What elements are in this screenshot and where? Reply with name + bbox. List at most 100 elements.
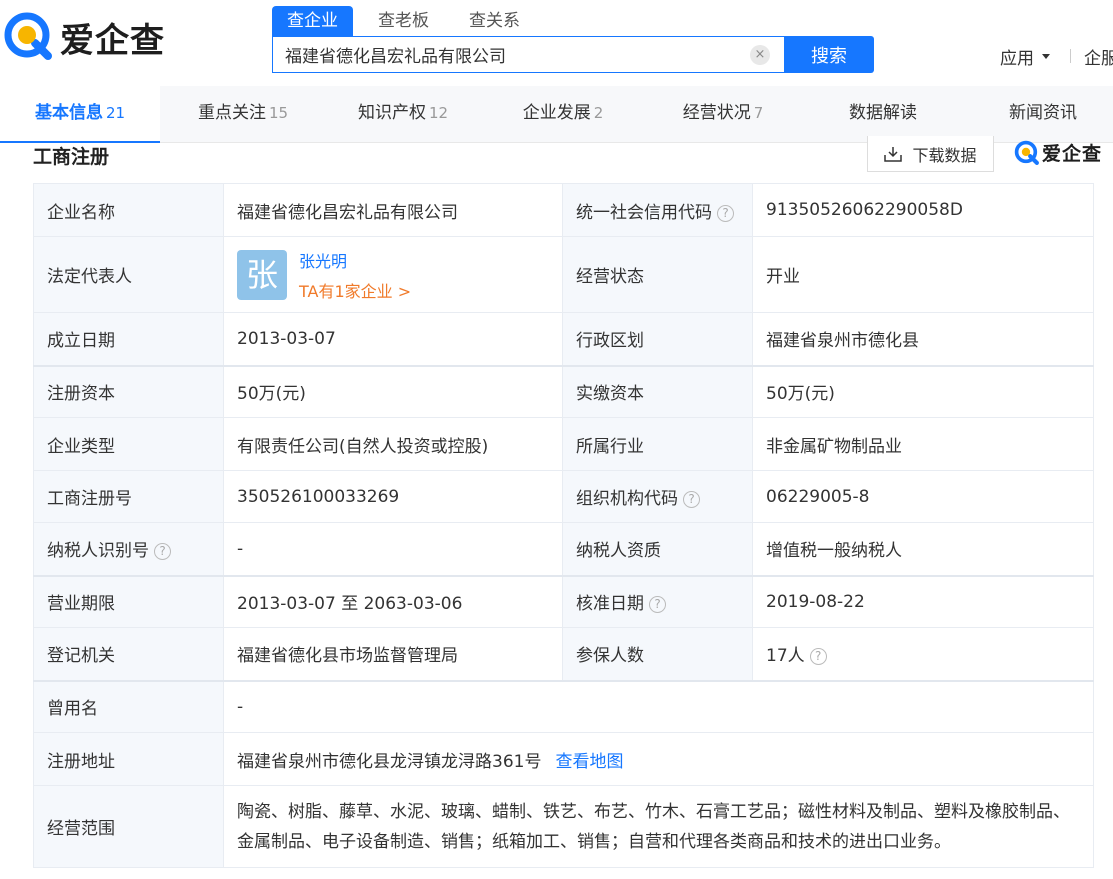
authority-value: 福建省德化县市场监督管理局: [223, 627, 563, 681]
org-code-label: 组织机构代码?: [562, 470, 753, 523]
download-label: 下载数据: [912, 145, 977, 165]
enterprise-service-link[interactable]: 企服: [1084, 44, 1113, 69]
former-name-value: -: [223, 679, 1094, 733]
search-input[interactable]: [273, 37, 743, 72]
tab-label: 经营状况: [682, 103, 751, 123]
taxpayer-id-label: 纳税人识别号?: [33, 522, 224, 576]
help-icon[interactable]: ?: [649, 596, 666, 614]
insured-value: 17人?: [752, 627, 1094, 681]
tab-label: 数据解读: [849, 103, 917, 123]
paid-capital-value: 50万(元): [752, 364, 1094, 418]
found-date-label: 成立日期: [33, 312, 224, 366]
status-value: 开业: [752, 236, 1094, 313]
company-type-value: 有限责任公司(自然人投资或控股): [223, 417, 563, 471]
former-name-label: 曾用名: [33, 679, 224, 733]
site-logo[interactable]: 爱企查: [4, 12, 165, 62]
insured-label: 参保人数: [562, 627, 753, 681]
tab-count: 21: [105, 104, 126, 122]
legal-rep-name-link[interactable]: 张光明: [299, 248, 411, 272]
company-type-label: 企业类型: [33, 417, 224, 471]
search-box: ×: [272, 36, 784, 73]
tab-search-company[interactable]: 查企业: [272, 6, 353, 36]
taxpayer-qual-value: 增值税一般纳税人: [752, 522, 1094, 576]
search-button[interactable]: 搜索: [784, 36, 874, 73]
credit-code-value: 91350526062290058D: [752, 183, 1094, 237]
tab-count: 15: [268, 104, 289, 122]
apps-menu-label: 应用: [1000, 49, 1034, 69]
table-row: 注册资本 50万(元) 实缴资本 50万(元): [33, 364, 1094, 418]
watermark-logo-text: 爱企查: [1042, 143, 1103, 165]
reg-no-value: 350526100033269: [223, 470, 563, 523]
logo-magnifier-icon: [1014, 140, 1039, 165]
tab-news[interactable]: 新闻资讯: [963, 86, 1113, 143]
tab-basic-info[interactable]: 基本信息 21: [0, 86, 160, 143]
approve-date-label: 核准日期?: [562, 574, 753, 628]
view-map-link[interactable]: 查看地图: [555, 752, 623, 772]
region-label: 行政区划: [562, 312, 753, 366]
tab-operation[interactable]: 经营状况 7: [643, 86, 803, 143]
tab-key-attention[interactable]: 重点关注 15: [163, 86, 323, 143]
download-data-button[interactable]: 下载数据: [867, 136, 994, 172]
region-value: 福建省泉州市德化县: [752, 312, 1094, 366]
table-row: 企业名称 福建省德化昌宏礼品有限公司 统一社会信用代码? 91350526062…: [33, 183, 1094, 237]
help-icon[interactable]: ?: [809, 648, 827, 666]
reg-no-label: 工商注册号: [33, 470, 224, 523]
tab-label: 新闻资讯: [1009, 103, 1077, 123]
top-header: 爱企查 查企业 查老板 查关系 × 搜索 应用 企服: [0, 0, 1113, 86]
address-value: 福建省泉州市德化县龙浔镇龙浔路361号 查看地图: [223, 732, 1094, 786]
download-icon: [884, 146, 903, 162]
logo-text: 爱企查: [60, 20, 165, 61]
chevron-down-icon: [1042, 54, 1050, 59]
help-icon[interactable]: ?: [683, 491, 700, 508]
org-code-label-text: 组织机构代码: [576, 489, 678, 509]
clear-icon[interactable]: ×: [750, 45, 770, 65]
address-label: 注册地址: [33, 732, 224, 786]
credit-code-label-text: 统一社会信用代码: [576, 202, 712, 223]
search-type-tabs: 查企业 查老板 查关系: [272, 6, 545, 36]
table-row: 曾用名 -: [33, 679, 1094, 733]
taxpayer-qual-label: 纳税人资质: [562, 522, 753, 576]
avatar[interactable]: 张: [237, 249, 287, 300]
taxpayer-id-label-text: 纳税人识别号: [47, 541, 149, 562]
industry-value: 非金属矿物制品业: [752, 417, 1094, 471]
legal-rep-companies-link[interactable]: TA有1家企业 >: [299, 278, 411, 302]
insured-value-text: 17人: [766, 646, 805, 667]
legal-rep-label: 法定代表人: [33, 236, 224, 313]
reg-capital-label: 注册资本: [33, 364, 224, 418]
help-icon[interactable]: ?: [717, 204, 734, 222]
help-icon[interactable]: ?: [154, 543, 171, 561]
legal-rep-card: 张 张光明 TA有1家企业 >: [237, 248, 549, 302]
table-row: 企业类型 有限责任公司(自然人投资或控股) 所属行业 非金属矿物制品业: [33, 417, 1094, 471]
reg-capital-value: 50万(元): [223, 364, 563, 418]
table-row: 法定代表人 张 张光明 TA有1家企业 > 经营状态 开业: [33, 236, 1094, 313]
org-code-value: 06229005-8: [752, 470, 1094, 523]
table-row: 成立日期 2013-03-07 行政区划 福建省泉州市德化县: [33, 312, 1094, 366]
found-date-value: 2013-03-07: [223, 312, 563, 366]
table-row: 纳税人识别号? - 纳税人资质 增值税一般纳税人: [33, 522, 1094, 576]
tab-data-interpretation[interactable]: 数据解读: [803, 86, 963, 143]
apps-menu[interactable]: 应用: [1000, 44, 1050, 69]
logo-magnifier-icon: [4, 12, 54, 62]
company-nav-tabs: 基本信息 21 重点关注 15 知识产权 12 企业发展 2 经营状况 7 数据解读 新闻…: [0, 86, 1113, 143]
tab-intellectual-property[interactable]: 知识产权 12: [323, 86, 483, 143]
approve-date-value: 2019-08-22: [752, 574, 1094, 628]
company-name-value: 福建省德化昌宏礼品有限公司: [223, 183, 563, 237]
watermark-logo: 爱企查: [1014, 139, 1102, 166]
tab-count: 2: [593, 104, 604, 122]
section-title: 工商注册: [33, 146, 110, 168]
term-label: 营业期限: [33, 574, 224, 628]
company-name-label: 企业名称: [33, 183, 224, 237]
table-row: 经营范围 陶瓷、树脂、藤草、水泥、玻璃、蜡制、铁艺、布艺、竹木、石膏工艺品；磁性…: [33, 785, 1094, 868]
tab-label: 基本信息: [34, 103, 103, 123]
table-row: 登记机关 福建省德化县市场监督管理局 参保人数 17人?: [33, 627, 1094, 681]
table-row: 营业期限 2013-03-07 至 2063-03-06 核准日期? 2019-…: [33, 574, 1094, 628]
tab-search-relation[interactable]: 查关系: [454, 6, 535, 36]
tab-development[interactable]: 企业发展 2: [483, 86, 643, 143]
paid-capital-label: 实缴资本: [562, 364, 753, 418]
credit-code-label: 统一社会信用代码?: [562, 183, 753, 237]
tab-search-boss[interactable]: 查老板: [363, 6, 444, 36]
approve-date-label-text: 核准日期: [576, 594, 644, 615]
term-value: 2013-03-07 至 2063-03-06: [223, 574, 563, 628]
industry-label: 所属行业: [562, 417, 753, 471]
tab-label: 企业发展: [522, 103, 591, 123]
